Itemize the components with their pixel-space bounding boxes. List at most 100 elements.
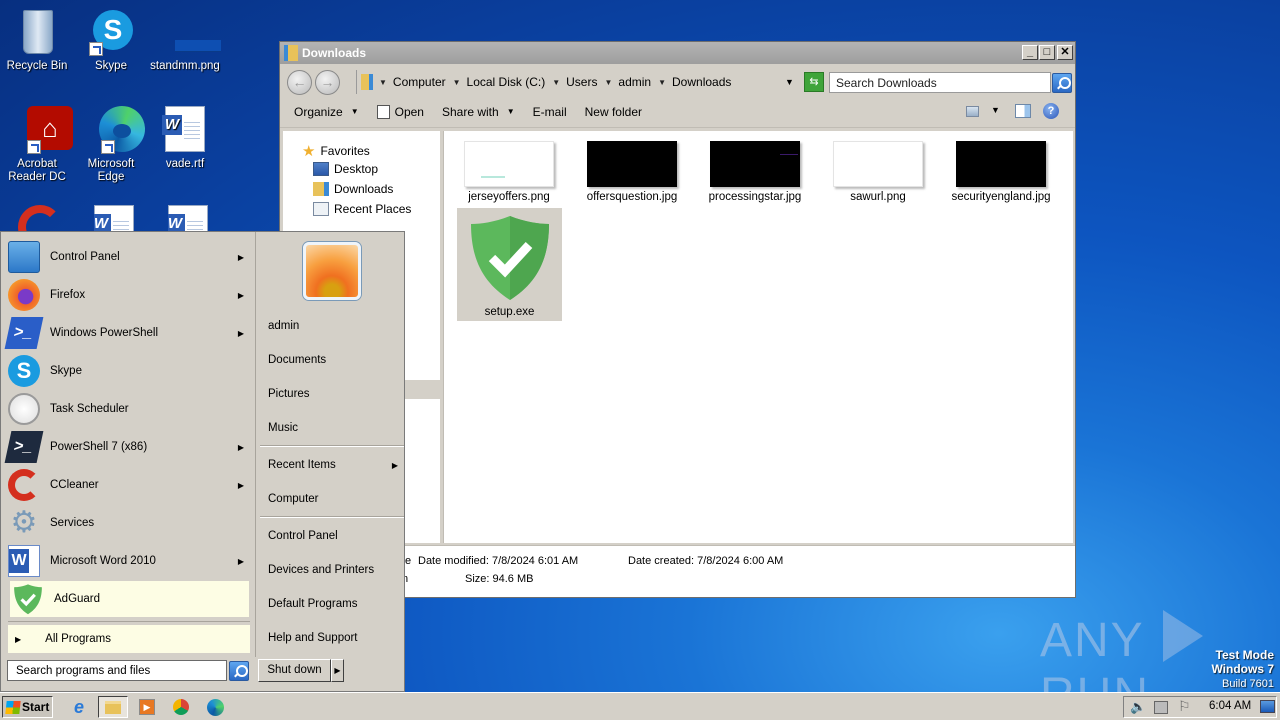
email-button[interactable]: E-mail <box>533 105 567 119</box>
program-control-panel[interactable]: Control Panel ▶ <box>8 239 250 275</box>
program-powershell-7[interactable]: >_ PowerShell 7 (x86) ▶ <box>4 429 250 465</box>
submenu-arrow-icon: ▶ <box>391 461 398 470</box>
nav-downloads[interactable]: Downloads <box>313 182 393 196</box>
file-item-offersquestion[interactable]: offersquestion.jpg <box>582 141 682 203</box>
program-services[interactable]: ⚙ Services <box>8 505 250 541</box>
folder-downloads-icon <box>284 45 298 61</box>
ccleaner-desktop-icon[interactable] <box>18 205 62 231</box>
maximize-button[interactable]: □ <box>1039 45 1055 60</box>
organize-button[interactable]: Organize ▼ <box>294 105 359 119</box>
minimize-button[interactable]: _ <box>1022 45 1038 60</box>
start-link-help-support[interactable]: Help and Support <box>268 632 358 644</box>
start-button[interactable]: Start <box>2 696 53 718</box>
chevron-down-icon[interactable]: ▼ <box>379 78 387 87</box>
user-avatar[interactable] <box>303 242 361 300</box>
chevron-down-icon[interactable]: ▼ <box>552 78 560 87</box>
breadcrumb-computer[interactable]: Computer <box>393 75 446 89</box>
start-link-computer[interactable]: Computer <box>268 493 319 505</box>
breadcrumb-downloads[interactable]: Downloads <box>672 75 731 89</box>
file-item-processingstar[interactable]: processingstar.jpg <box>705 141 805 203</box>
file-item-jerseyoffers[interactable]: jerseyoffers.png <box>459 141 559 203</box>
file-item-sawurl[interactable]: sawurl.png <box>828 141 928 203</box>
powershell-7-icon: >_ <box>4 431 44 463</box>
start-link-pictures[interactable]: Pictures <box>268 388 310 400</box>
shutdown-options-button[interactable]: ▶ <box>331 659 344 682</box>
start-link-music[interactable]: Music <box>268 422 298 434</box>
chevron-down-icon[interactable]: ▼ <box>453 78 461 87</box>
clock[interactable]: 6:04 AM <box>1209 700 1251 712</box>
start-link-control-panel[interactable]: Control Panel <box>268 530 338 542</box>
address-bar[interactable]: ▼ Computer ▼ Local Disk (C:) ▼ Users ▼ a… <box>356 70 799 94</box>
refresh-button[interactable]: ⇆ <box>804 72 824 92</box>
window-titlebar[interactable]: Downloads _ □ ✕ <box>280 42 1075 64</box>
file-item-securityengland[interactable]: securityengland.jpg <box>951 141 1051 203</box>
edge-icon <box>87 106 145 154</box>
action-center-flag-icon[interactable]: ⚐ <box>1178 698 1191 715</box>
address-dropdown-icon[interactable]: ▼ <box>785 77 794 87</box>
chrome-icon[interactable] <box>168 696 194 718</box>
change-view-button[interactable] <box>966 106 979 117</box>
desktop-icon-vade-rtf[interactable]: vade.rtf <box>148 106 222 171</box>
help-icon[interactable]: ? <box>1043 103 1059 119</box>
submenu-arrow-icon: ▶ <box>237 480 244 490</box>
nav-desktop[interactable]: Desktop <box>313 162 378 176</box>
chevron-down-icon[interactable]: ▼ <box>658 78 666 87</box>
network-icon[interactable] <box>1154 701 1168 714</box>
windows-explorer-icon[interactable] <box>98 696 128 718</box>
start-search-input[interactable]: Search programs and files <box>7 660 227 681</box>
image-thumbnail <box>956 141 1046 187</box>
internet-explorer-icon[interactable]: e <box>66 696 92 718</box>
show-desktop-icon[interactable] <box>1260 700 1275 713</box>
chevron-down-icon[interactable]: ▼ <box>604 78 612 87</box>
date-modified: Date modified: 7/8/2024 6:01 AM <box>418 555 579 567</box>
submenu-arrow-icon: ▶ <box>237 556 244 566</box>
word-doc-icon[interactable] <box>94 205 134 231</box>
all-programs-button[interactable]: ▶ All Programs <box>8 625 250 653</box>
desktop-icon-recycle-bin[interactable]: Recycle Bin <box>0 8 74 73</box>
open-button[interactable]: Open <box>376 104 424 119</box>
search-icon[interactable] <box>1052 73 1072 93</box>
desktop-icon-skype[interactable]: S Skype <box>74 8 148 73</box>
anyrun-play-icon <box>1163 610 1204 662</box>
address-row: ← → ▼ Computer ▼ Local Disk (C:) ▼ Users… <box>280 64 1075 96</box>
start-link-default-programs[interactable]: Default Programs <box>268 598 357 610</box>
preview-pane-button[interactable] <box>1015 104 1031 118</box>
desktop-icon-acrobat[interactable]: ⌂ Acrobat Reader DC <box>0 106 74 184</box>
new-folder-button[interactable]: New folder <box>585 105 642 119</box>
share-with-button[interactable]: Share with ▼ <box>442 105 515 119</box>
breadcrumb-users[interactable]: Users <box>566 75 597 89</box>
start-link-documents[interactable]: Documents <box>268 354 326 366</box>
edge-icon[interactable] <box>202 696 228 718</box>
program-windows-powershell[interactable]: >_ Windows PowerShell ▶ <box>4 315 250 351</box>
search-input[interactable]: Search Downloads <box>829 72 1051 93</box>
program-word-2010[interactable]: W Microsoft Word 2010 ▶ <box>8 543 250 579</box>
back-button[interactable]: ← <box>287 70 312 95</box>
program-firefox[interactable]: Firefox ▶ <box>8 277 250 313</box>
start-link-recent-items[interactable]: Recent Items ▶ <box>268 459 398 471</box>
volume-icon[interactable]: 🔈 <box>1130 699 1146 715</box>
nav-recent-places[interactable]: Recent Places <box>313 202 411 216</box>
submenu-arrow-icon: ▶ <box>237 252 244 262</box>
shutdown-button[interactable]: Shut down <box>258 659 331 682</box>
shortcut-arrow-icon <box>89 42 103 56</box>
desktop-icon-edge[interactable]: Microsoft Edge <box>74 106 148 184</box>
program-adguard[interactable]: AdGuard <box>10 581 249 617</box>
nav-favorites[interactable]: ★ Favorites <box>302 142 370 160</box>
desktop-icon-standmm[interactable]: standmm.png <box>148 8 222 73</box>
close-button[interactable]: ✕ <box>1057 45 1073 60</box>
search-icon[interactable] <box>229 661 249 681</box>
forward-button[interactable]: → <box>315 70 340 95</box>
file-item-setup-exe[interactable]: setup.exe <box>457 208 562 321</box>
media-player-icon[interactable]: ▶ <box>134 696 160 718</box>
program-ccleaner[interactable]: CCleaner ▶ <box>8 467 250 503</box>
breadcrumb-admin[interactable]: admin <box>618 75 651 89</box>
program-skype[interactable]: S Skype <box>8 353 250 389</box>
start-link-user[interactable]: admin <box>268 320 299 332</box>
word-doc-icon[interactable] <box>168 205 208 231</box>
folder-icon <box>361 74 373 90</box>
breadcrumb-local-disk[interactable]: Local Disk (C:) <box>467 75 546 89</box>
view-options-dropdown[interactable]: ▼ <box>991 105 1000 115</box>
start-link-devices-printers[interactable]: Devices and Printers <box>268 564 374 576</box>
nav-selected-row[interactable] <box>403 380 440 399</box>
program-task-scheduler[interactable]: Task Scheduler <box>8 391 250 427</box>
